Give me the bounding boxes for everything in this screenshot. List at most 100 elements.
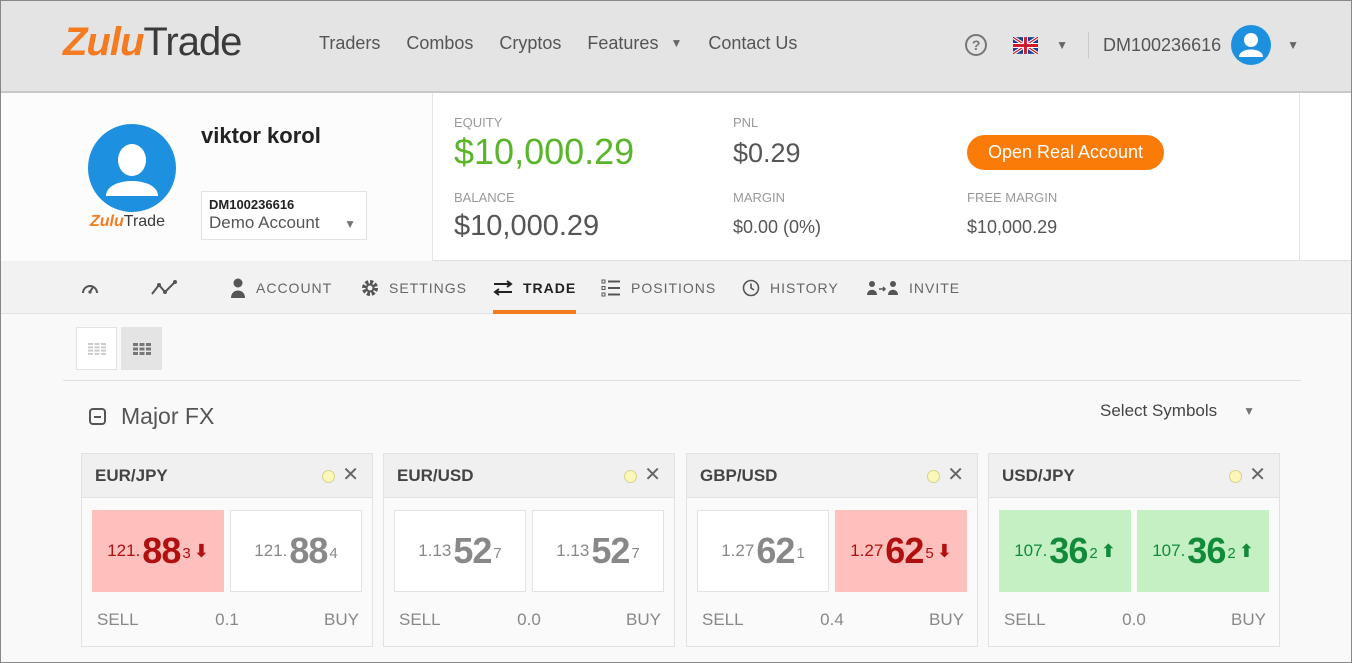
collapse-minus-icon[interactable] xyxy=(89,408,106,425)
select-symbols-dropdown[interactable]: Select Symbols ▼ xyxy=(1100,401,1255,421)
sell-price-button[interactable]: 1.13 52 7 xyxy=(394,510,526,592)
buy-price-button[interactable]: 1.13 52 7 xyxy=(532,510,664,592)
main-nav: Traders Combos Cryptos Features ▼ Contact… xyxy=(319,31,823,55)
profile-panel: ZuluTrade viktor korol DM100236616 Demo … xyxy=(1,93,433,261)
user-nav: ? ▼ DM100236616 ▼ xyxy=(965,25,1299,65)
margin-stat: MARGIN $0.00 (0%) xyxy=(733,190,821,238)
balance-value: $10,000.29 xyxy=(454,210,600,242)
nav-features[interactable]: Features ▼ xyxy=(587,31,682,55)
buy-label[interactable]: BUY xyxy=(1231,610,1266,630)
card-header: GBP/USD ✕ xyxy=(687,454,977,498)
tab-invite[interactable]: INVITE xyxy=(867,261,960,314)
buy-label[interactable]: BUY xyxy=(929,610,964,630)
card-header: USD/JPY ✕ xyxy=(989,454,1279,498)
grid-view-button[interactable] xyxy=(121,327,162,370)
account-selector-id: DM100236616 xyxy=(209,197,295,212)
grid-view-icon xyxy=(132,342,151,355)
account-broker-logo: ZuluTrade xyxy=(90,213,165,231)
price-prefix: 121. xyxy=(254,541,288,560)
buy-label[interactable]: BUY xyxy=(324,610,359,630)
buy-label[interactable]: BUY xyxy=(626,610,661,630)
buy-price-button[interactable]: 107. 36 2 ⬆ xyxy=(1137,510,1269,592)
card-header: EUR/JPY ✕ xyxy=(82,454,372,498)
chart-line-icon xyxy=(151,279,177,296)
symbol-card: GBP/USD ✕ 1.27 62 1 1.27 62 5 ⬇ 0.4 SELL… xyxy=(686,453,978,647)
nav-combos[interactable]: Combos xyxy=(406,31,473,55)
price-pips: 52 xyxy=(591,530,630,571)
nav-cryptos[interactable]: Cryptos xyxy=(499,31,561,55)
status-dot-icon xyxy=(322,470,335,483)
top-navbar: ZuluTrade Traders Combos Cryptos Feature… xyxy=(1,1,1351,93)
tab-performance[interactable] xyxy=(151,261,187,314)
header-account-id[interactable]: DM100236616 xyxy=(1103,35,1221,56)
arrow-down-icon: ⬇ xyxy=(936,540,952,561)
clock-icon xyxy=(742,279,760,297)
price-pips: 88 xyxy=(142,530,181,571)
tab-positions[interactable]: POSITIONS xyxy=(601,261,716,314)
close-icon[interactable]: ✕ xyxy=(644,464,661,486)
tab-account[interactable]: ACCOUNT xyxy=(230,261,332,314)
nav-traders[interactable]: Traders xyxy=(319,31,380,55)
logo-part-trade: Trade xyxy=(123,213,165,230)
section-header: Major FX xyxy=(89,403,214,430)
price-prefix: 107. xyxy=(1152,541,1186,560)
price-fraction: 2 xyxy=(1227,544,1236,562)
sell-label[interactable]: SELL xyxy=(702,610,744,630)
card-footer: 0.0 SELL BUY xyxy=(384,610,674,634)
open-real-account-button[interactable]: Open Real Account xyxy=(967,135,1164,170)
logo-part-trade: Trade xyxy=(143,20,242,64)
sell-label[interactable]: SELL xyxy=(399,610,441,630)
price-prefix: 1.27 xyxy=(721,541,755,560)
user-avatar-icon[interactable] xyxy=(1231,25,1272,65)
user-menu-chevron-down-icon[interactable]: ▼ xyxy=(1287,38,1299,52)
sell-price-button[interactable]: 121. 88 3 ⬇ xyxy=(92,510,224,592)
status-dot-icon xyxy=(927,470,940,483)
price-prefix: 121. xyxy=(107,541,141,560)
sell-price-button[interactable]: 1.27 62 1 xyxy=(697,510,829,592)
list-view-button[interactable] xyxy=(76,327,117,370)
price-pips: 36 xyxy=(1187,530,1226,571)
price-pips: 62 xyxy=(756,530,795,571)
close-icon[interactable]: ✕ xyxy=(947,464,964,486)
question-circle-icon[interactable]: ? xyxy=(965,34,988,56)
symbol-name: GBP/USD xyxy=(700,466,778,485)
nav-contact-us[interactable]: Contact Us xyxy=(708,31,797,55)
arrow-down-icon: ⬇ xyxy=(193,540,209,561)
sell-label[interactable]: SELL xyxy=(97,610,139,630)
buy-price-button[interactable]: 1.27 62 5 ⬇ xyxy=(835,510,967,592)
free-margin-stat: FREE MARGIN $10,000.29 xyxy=(967,190,1057,238)
margin-value: $0.00 (0%) xyxy=(733,217,822,237)
divider xyxy=(63,380,1301,381)
tab-settings[interactable]: SETTINGS xyxy=(361,261,467,314)
tab-trade[interactable]: TRADE xyxy=(493,261,577,314)
symbol-name: EUR/JPY xyxy=(95,466,168,485)
zulutrade-logo[interactable]: ZuluTrade xyxy=(63,19,242,65)
nav-label: Traders xyxy=(319,33,381,53)
pnl-stat: PNL $0.29 xyxy=(733,115,801,169)
sell-price-button[interactable]: 107. 36 2 ⬆ xyxy=(999,510,1131,592)
price-fraction: 5 xyxy=(925,544,934,562)
price-pips: 88 xyxy=(289,530,328,571)
sell-label[interactable]: SELL xyxy=(1004,610,1046,630)
swap-arrows-icon xyxy=(493,279,513,296)
language-chevron-down-icon[interactable]: ▼ xyxy=(1056,38,1068,52)
tab-label: HISTORY xyxy=(770,279,839,296)
tab-dashboard[interactable] xyxy=(81,261,109,314)
dashboard-icon xyxy=(81,281,99,295)
buy-price-button[interactable]: 121. 88 4 xyxy=(230,510,362,592)
close-icon[interactable]: ✕ xyxy=(1249,464,1266,486)
price-fraction: 1 xyxy=(796,544,805,562)
arrow-up-icon: ⬆ xyxy=(1238,540,1254,561)
symbol-name: EUR/USD xyxy=(397,466,474,485)
status-dot-icon xyxy=(1229,470,1242,483)
user-icon xyxy=(230,278,246,298)
uk-flag-icon[interactable] xyxy=(1013,36,1039,54)
arrow-up-icon: ⬆ xyxy=(1100,540,1116,561)
margin-label: MARGIN xyxy=(733,190,785,205)
tab-history[interactable]: HISTORY xyxy=(742,261,839,314)
invite-users-icon xyxy=(867,280,899,296)
nav-label: Combos xyxy=(406,33,474,53)
price-pips: 52 xyxy=(453,530,492,571)
account-selector[interactable]: DM100236616 Demo Account ▼ xyxy=(201,191,367,240)
close-icon[interactable]: ✕ xyxy=(342,464,359,486)
